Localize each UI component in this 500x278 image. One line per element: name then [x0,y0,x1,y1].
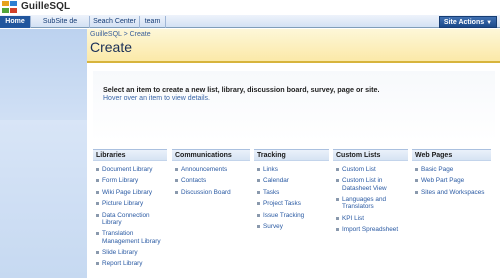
item-languages-and-translators[interactable]: Languages and Translators [333,196,408,211]
breadcrumb[interactable]: GuilleSQL > Create [90,31,151,38]
tab-seach-center[interactable]: Seach Center [90,16,140,28]
tab-subsite-de-prueba[interactable]: SubSite de Prueba [31,16,90,37]
category-web-pages: Web Pages Basic Page Web Part Page Sites… [412,149,491,200]
bullet-icon [96,190,99,194]
bullet-icon [336,216,339,220]
item-project-tasks[interactable]: Project Tasks [254,200,329,207]
site-header: GuilleSQL [0,0,500,15]
hover-hint-text: Hover over an item to view details. [103,95,210,102]
item-issue-tracking[interactable]: Issue Tracking [254,212,329,219]
item-custom-list[interactable]: Custom List [333,166,408,173]
item-picture-library[interactable]: Picture Library [93,200,167,207]
bullet-icon [257,213,260,217]
bullet-icon [257,202,260,206]
item-tasks[interactable]: Tasks [254,189,329,196]
item-slide-library[interactable]: Slide Library [93,249,167,256]
main-content: Select an item to create a new list, lib… [87,65,500,278]
bullet-icon [96,168,99,171]
category-custom-lists: Custom Lists Custom List Custom List in … [333,149,408,238]
category-header: Communications [172,149,250,161]
site-title[interactable]: GuilleSQL [21,1,70,12]
left-nav-panel-lower [0,120,87,278]
site-actions-button[interactable]: Site Actions ▼ [439,16,497,28]
item-report-library[interactable]: Report Library [93,260,167,267]
bullet-icon [336,198,339,202]
item-sites-and-workspaces[interactable]: Sites and Workspaces [412,189,491,196]
bullet-icon [96,179,99,183]
category-tracking: Tracking Links Calendar Tasks Project Ta… [254,149,329,234]
bullet-icon [336,168,339,171]
sharepoint-logo-icon [2,1,19,14]
bullet-icon [96,262,99,266]
item-links[interactable]: Links [254,166,329,173]
item-announcements[interactable]: Announcements [172,166,250,173]
item-kpi-list[interactable]: KPI List [333,215,408,222]
item-data-connection-library[interactable]: Data Connection Library [93,212,167,227]
item-document-library[interactable]: Document Library [93,166,167,173]
item-calendar[interactable]: Calendar [254,177,329,184]
category-header: Libraries [93,149,167,161]
bullet-icon [96,213,99,217]
bullet-icon [336,228,339,232]
item-custom-list-datasheet[interactable]: Custom List in Datasheet View [333,177,408,192]
item-contacts[interactable]: Contacts [172,177,250,184]
page-title: Create [90,39,133,55]
item-web-part-page[interactable]: Web Part Page [412,177,491,184]
bullet-icon [257,224,260,228]
bullet-icon [257,179,260,183]
category-header: Tracking [254,149,329,161]
category-libraries: Libraries Document Library Form Library … [93,149,167,272]
page-title-area: GuilleSQL > Create Create [87,29,500,63]
bullet-icon [175,179,178,183]
chevron-down-icon: ▼ [486,20,493,26]
tab-team[interactable]: team [140,16,166,28]
item-translation-management-library[interactable]: Translation Management Library [93,230,167,245]
bullet-icon [415,168,418,171]
instruction-text: Select an item to create a new list, lib… [103,85,380,94]
tab-home[interactable]: Home [0,16,31,28]
bullet-icon [96,202,99,206]
bullet-icon [175,190,178,194]
bullet-icon [257,190,260,194]
bullet-icon [96,250,99,254]
bullet-icon [175,168,178,171]
top-nav-tabs: Home SubSite de Prueba Seach Center team… [0,15,500,37]
bullet-icon [415,190,418,194]
site-actions-label: Site Actions [443,19,485,26]
item-basic-page[interactable]: Basic Page [412,166,491,173]
item-wiki-page-library[interactable]: Wiki Page Library [93,189,167,196]
item-survey[interactable]: Survey [254,223,329,230]
bullet-icon [96,232,99,236]
category-communications: Communications Announcements Contacts Di… [172,149,250,200]
instruction-box: Select an item to create a new list, lib… [93,71,495,141]
category-header: Custom Lists [333,149,408,161]
category-header: Web Pages [412,149,491,161]
item-form-library[interactable]: Form Library [93,177,167,184]
item-discussion-board[interactable]: Discussion Board [172,189,250,196]
bullet-icon [257,168,260,171]
bullet-icon [336,179,339,183]
bullet-icon [415,179,418,183]
item-import-spreadsheet[interactable]: Import Spreadsheet [333,226,408,233]
